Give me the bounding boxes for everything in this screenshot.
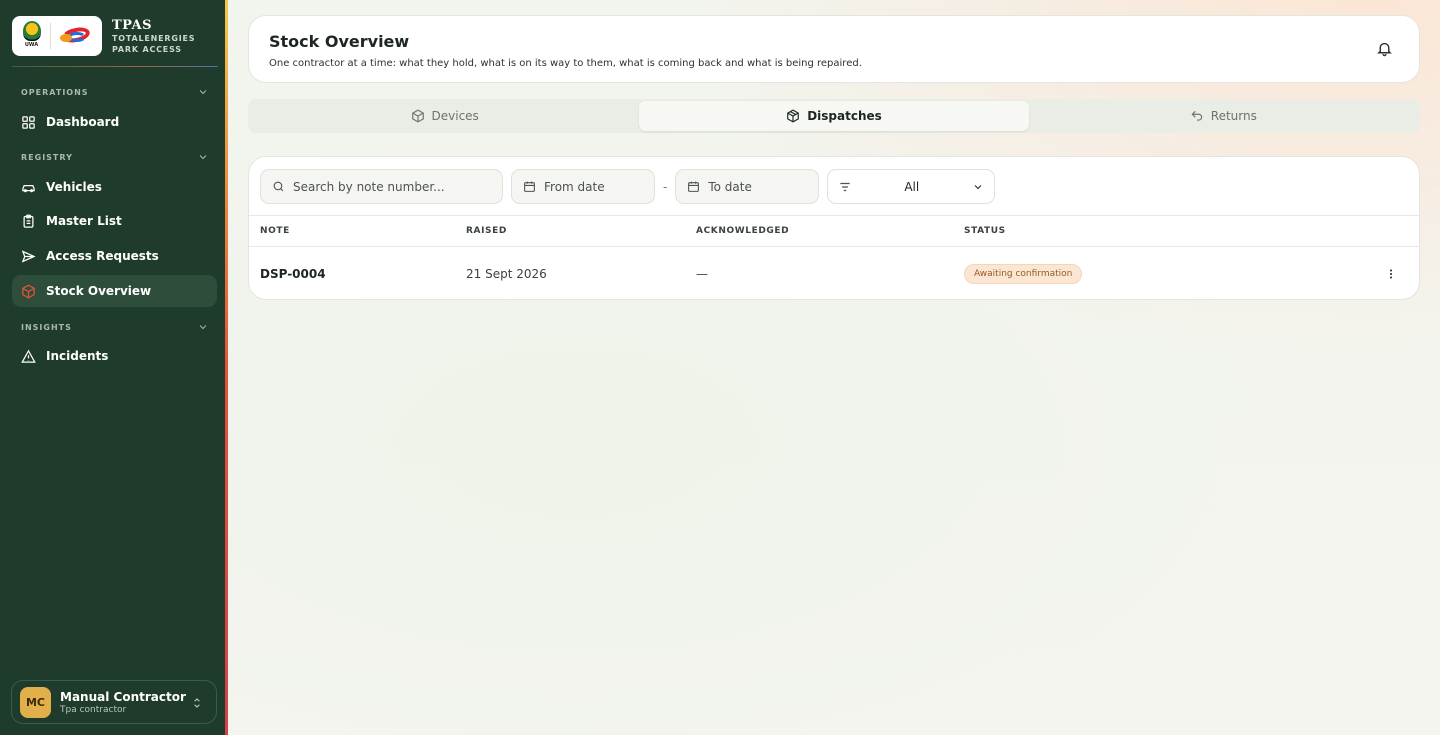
undo-icon <box>1191 110 1202 121</box>
grid-icon <box>22 115 35 129</box>
status-badge: Awaiting confirmation <box>964 264 1083 284</box>
tab-returns[interactable]: Returns <box>1029 101 1418 131</box>
chevrons-up-down-icon[interactable] <box>190 695 204 711</box>
bell-icon[interactable] <box>1376 40 1393 57</box>
brand-title: TPAS <box>112 17 152 33</box>
sidebar-item-label: Incidents <box>46 349 109 363</box>
tab-devices[interactable]: Devices <box>250 101 639 131</box>
search-field[interactable] <box>260 169 503 204</box>
filter-icon <box>840 182 851 191</box>
column-raised[interactable]: RAISED <box>466 226 507 236</box>
page-title: Stock Overview <box>269 32 410 51</box>
uwa-logo: UWA <box>19 21 45 51</box>
package-icon <box>787 109 800 123</box>
page-header: Stock Overview One contractor at a time:… <box>248 15 1420 83</box>
user-name: Manual Contractor <box>60 689 186 704</box>
tab-bar: Devices Dispatches Returns <box>248 99 1420 133</box>
section-registry[interactable]: REGISTRY <box>21 151 209 163</box>
brand-divider <box>12 66 218 67</box>
box-icon <box>411 109 424 123</box>
date-range-separator: - <box>663 179 668 194</box>
user-menu[interactable]: MC Manual Contractor Tpa contractor <box>11 680 217 724</box>
chevron-down-icon <box>199 325 207 330</box>
brand-subtitle-2: PARK ACCESS <box>112 44 182 54</box>
brand-logos: UWA <box>12 16 102 56</box>
to-date-picker[interactable]: To date <box>675 169 820 204</box>
sidebar-item-label: Stock Overview <box>46 284 152 298</box>
calendar-icon <box>688 181 700 192</box>
sidebar-item-incidents[interactable]: Incidents <box>12 340 217 372</box>
sidebar-item-master-list[interactable]: Master List <box>12 205 217 237</box>
sidebar-item-label: Dashboard <box>46 115 120 129</box>
sidebar-item-vehicles[interactable]: Vehicles <box>12 171 217 203</box>
warning-icon <box>21 349 36 363</box>
send-icon <box>21 249 36 263</box>
sidebar-item-access-requests[interactable]: Access Requests <box>12 240 217 272</box>
brand[interactable]: UWA TPAS TOTALENERGIES PARK ACCESS <box>12 14 212 58</box>
sidebar-item-label: Access Requests <box>46 249 159 263</box>
chevron-down-icon <box>199 155 207 160</box>
sidebar-item-stock-overview[interactable]: Stock Overview <box>12 275 217 307</box>
avatar: MC <box>20 686 51 718</box>
sidebar-item-dashboard[interactable]: Dashboard <box>12 106 217 138</box>
search-icon <box>273 181 284 192</box>
user-role: Tpa contractor <box>60 704 127 715</box>
sidebar-item-label: Master List <box>46 214 122 228</box>
table-row[interactable]: DSP-0004 21 Sept 2026 — Awaiting confirm… <box>249 247 1419 299</box>
table-header: NOTE RAISED ACKNOWLEDGED STATUS <box>249 215 1419 247</box>
raised-date: 21 Sept 2026 <box>466 267 547 281</box>
chevron-down-icon <box>974 184 982 189</box>
sidebar-item-label: Vehicles <box>46 180 102 194</box>
column-note[interactable]: NOTE <box>260 226 290 236</box>
dispatches-table-card: From date - To date All NOTE RAISED ACKN… <box>248 156 1420 300</box>
column-acknowledged[interactable]: ACKNOWLEDGED <box>696 226 789 236</box>
calendar-icon <box>524 181 535 192</box>
package-icon <box>22 284 35 298</box>
chevron-down-icon <box>199 90 207 95</box>
note-number[interactable]: DSP-0004 <box>260 267 326 281</box>
tab-dispatches[interactable]: Dispatches <box>639 101 1029 131</box>
totalenergies-logo <box>56 24 96 48</box>
search-input[interactable] <box>293 179 483 194</box>
sidebar: UWA TPAS TOTALENERGIES PARK ACCESS OPERA… <box>0 0 228 735</box>
status-filter-select[interactable]: All <box>827 169 996 204</box>
column-status[interactable]: STATUS <box>964 226 1006 236</box>
more-vertical-icon[interactable] <box>1385 266 1397 282</box>
clipboard-icon <box>23 214 34 228</box>
filter-bar: From date - To date All <box>260 169 996 204</box>
brand-subtitle-1: TOTALENERGIES <box>112 33 196 43</box>
from-date-picker[interactable]: From date <box>511 169 655 204</box>
car-icon <box>22 184 35 192</box>
section-insights[interactable]: INSIGHTS <box>21 321 209 333</box>
page-description: One contractor at a time: what they hold… <box>269 58 862 69</box>
section-operations[interactable]: OPERATIONS <box>21 86 209 98</box>
acknowledged-date: — <box>696 267 708 281</box>
